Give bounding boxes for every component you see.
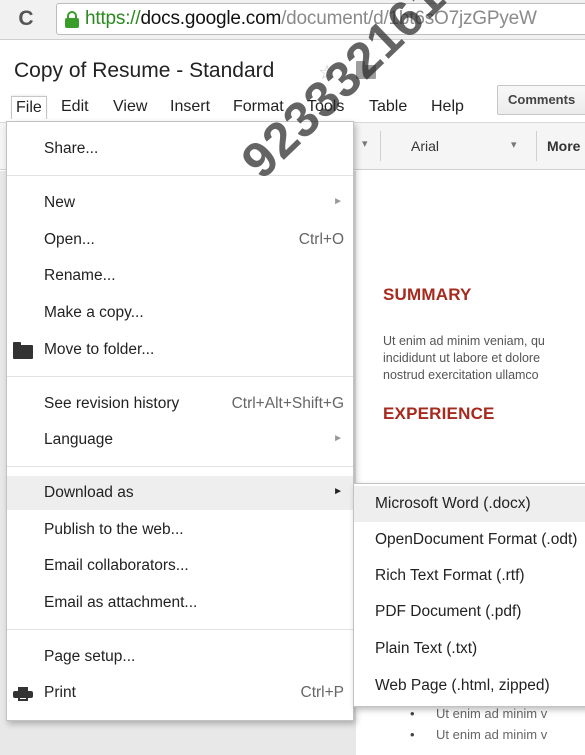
menu-item-shortcut: Ctrl+P (300, 684, 345, 701)
download-txt[interactable]: Plain Text (.txt) (354, 631, 585, 667)
menu-file[interactable]: File (11, 96, 47, 119)
url-input[interactable]: https://docs.google.com/document/d/1bt6s… (56, 3, 585, 35)
download-docx[interactable]: Microsoft Word (.docx) (354, 486, 585, 522)
menu-table[interactable]: Table (365, 96, 411, 118)
comments-button[interactable]: Comments (497, 85, 585, 115)
download-pdf[interactable]: PDF Document (.pdf) (354, 594, 585, 630)
menu-item-label: Print (44, 684, 76, 701)
file-menu: Share... New ► Open... Ctrl+O Rename... … (6, 121, 354, 721)
menu-item-label: Make a copy... (44, 304, 144, 321)
list-item-text: Ut enim ad minim v (436, 727, 548, 742)
menu-help[interactable]: Help (427, 96, 468, 118)
list-item-text: Ut enim ad minim v (436, 706, 548, 721)
menu-divider (7, 629, 353, 630)
menu-item-label: Language (44, 431, 113, 448)
menu-view[interactable]: View (109, 96, 151, 118)
summary-heading: SUMMARY (383, 285, 472, 304)
download-as-submenu: Microsoft Word (.docx) OpenDocument Form… (353, 483, 585, 707)
docs-header: Copy of Resume - Standard ☆ File Edit Vi… (0, 41, 585, 121)
printer-icon (13, 687, 33, 701)
menu-item-publish-web[interactable]: Publish to the web... (7, 513, 353, 547)
list-item: Ut enim ad minim v (410, 727, 585, 748)
folder-icon (13, 342, 33, 359)
menu-item-label: See revision history (44, 395, 180, 412)
menu-item-share[interactable]: Share... (7, 132, 353, 166)
experience-heading: EXPERIENCE (383, 404, 495, 423)
menu-item-rename[interactable]: Rename... (7, 259, 353, 293)
menu-item-label: Open... (44, 231, 95, 248)
summary-line: incididunt ut labore et dolore (383, 351, 541, 365)
lock-icon (65, 11, 79, 28)
menu-item-language[interactable]: Language ► (7, 423, 353, 457)
menu-item-label: Email as attachment... (44, 594, 198, 611)
download-html[interactable]: Web Page (.html, zipped) (354, 668, 585, 704)
menu-item-shortcut: Ctrl+O (298, 231, 344, 248)
font-family-select[interactable]: Arial ▾ (380, 131, 528, 161)
menu-edit[interactable]: Edit (57, 96, 93, 118)
download-odt[interactable]: OpenDocument Format (.odt) (354, 522, 585, 558)
submenu-item-label: Plain Text (.txt) (375, 640, 478, 657)
menu-tools[interactable]: Tools (303, 96, 348, 118)
menu-divider (7, 376, 353, 377)
menu-item-email-collaborators[interactable]: Email collaborators... (7, 549, 353, 583)
menu-item-print[interactable]: Print Ctrl+P (7, 676, 353, 710)
menu-item-label: Publish to the web... (44, 521, 184, 538)
submenu-item-label: PDF Document (.pdf) (375, 603, 522, 620)
submenu-arrow-icon: ► (333, 196, 343, 207)
menu-item-label: Email collaborators... (44, 557, 189, 574)
menu-item-label: Rename... (44, 267, 116, 284)
download-rtf[interactable]: Rich Text Format (.rtf) (354, 558, 585, 594)
url-text: https://docs.google.com/document/d/1bt6s… (85, 8, 537, 30)
menu-divider (7, 175, 353, 176)
summary-paragraph: Ut enim ad minim veniam, qu incididunt u… (383, 333, 585, 384)
submenu-item-label: Rich Text Format (.rtf) (375, 567, 525, 584)
document-title[interactable]: Copy of Resume - Standard (14, 59, 274, 83)
menu-item-download-as[interactable]: Download as ► (7, 476, 353, 510)
chevron-down-icon[interactable]: ▾ (362, 137, 368, 150)
more-button[interactable]: More (536, 131, 580, 161)
menu-item-label: New (44, 194, 76, 211)
reload-icon[interactable]: C (12, 4, 40, 34)
submenu-item-label: OpenDocument Format (.odt) (375, 531, 578, 548)
menu-item-revision-history[interactable]: See revision history Ctrl+Alt+Shift+G (7, 387, 353, 421)
summary-line: nostrud exercitation ullamco (383, 368, 539, 382)
submenu-arrow-icon: ► (333, 433, 343, 444)
menu-item-move-to-folder[interactable]: Move to folder... (7, 333, 353, 367)
menu-item-shortcut: Ctrl+Alt+Shift+G (231, 395, 344, 412)
url-host: docs.google.com (140, 8, 282, 29)
bullet-list: Ut enim ad minim v Ut enim ad minim v (410, 706, 585, 748)
url-scheme: https:// (85, 8, 141, 29)
menu-insert[interactable]: Insert (166, 96, 214, 118)
star-icon[interactable]: ☆ (318, 60, 336, 85)
menu-item-new[interactable]: New ► (7, 186, 353, 220)
submenu-arrow-icon: ► (333, 486, 343, 497)
menu-item-email-attachment[interactable]: Email as attachment... (7, 586, 353, 620)
folder-icon[interactable] (356, 61, 376, 79)
menu-item-page-setup[interactable]: Page setup... (7, 640, 353, 674)
list-item: Ut enim ad minim v (410, 706, 585, 727)
menu-item-make-copy[interactable]: Make a copy... (7, 296, 353, 330)
menu-item-label: Share... (44, 140, 99, 157)
submenu-item-label: Microsoft Word (.docx) (375, 495, 531, 512)
browser-address-bar: C https://docs.google.com/document/d/1bt… (0, 0, 585, 40)
menu-divider (7, 466, 353, 467)
chevron-down-icon: ▾ (511, 139, 517, 151)
summary-line: Ut enim ad minim veniam, qu (383, 334, 545, 348)
font-family-value: Arial (411, 138, 440, 154)
menu-item-label: Page setup... (44, 648, 136, 665)
submenu-item-label: Web Page (.html, zipped) (375, 677, 550, 694)
menu-format[interactable]: Format (229, 96, 288, 118)
menu-item-label: Move to folder... (44, 341, 155, 358)
url-path: /document/d/1bt6sO7jzGPyeW (281, 8, 537, 29)
menu-item-label: Download as (44, 484, 134, 501)
menu-item-open[interactable]: Open... Ctrl+O (7, 223, 353, 257)
